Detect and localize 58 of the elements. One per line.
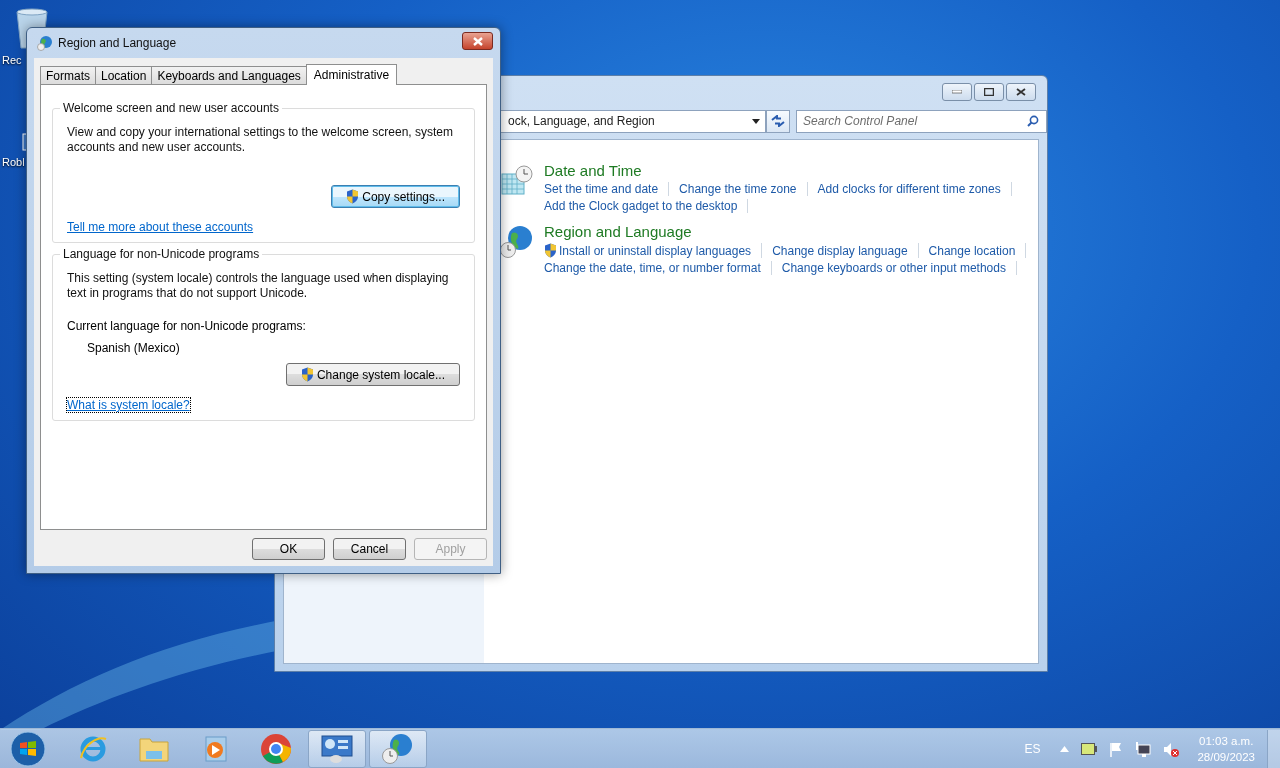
close-icon — [471, 36, 484, 46]
task-link[interactable]: Change location — [928, 243, 1016, 258]
task-link[interactable]: Add the Clock gadget to the desktop — [544, 199, 738, 213]
clock-date: 28/09/2023 — [1197, 750, 1255, 765]
maximize-button[interactable] — [974, 83, 1004, 101]
close-button[interactable] — [462, 32, 493, 50]
search-icon — [1027, 115, 1039, 127]
field-value: Spanish (Mexico) — [87, 341, 181, 355]
taskbar-app-button[interactable] — [308, 730, 366, 768]
group-title: Welcome screen and new user accounts — [62, 101, 280, 115]
dialog-button[interactable]: Cancel — [333, 538, 406, 560]
taskbar-app-button[interactable] — [369, 730, 427, 768]
speaker-muted-icon[interactable] — [1163, 741, 1180, 757]
field-label: Current language for non-Unicode programs: — [67, 319, 307, 333]
close-icon — [1016, 88, 1026, 96]
windows-logo-icon — [10, 731, 46, 767]
description-text: This setting (system locale) controls the language used when displaying text in programs that do not support Unicode. — [67, 271, 450, 301]
task-link[interactable]: Change the time zone — [679, 182, 797, 196]
close-button[interactable] — [1006, 83, 1036, 101]
tab[interactable]: Formats — [40, 66, 96, 84]
category-title[interactable]: Region and Language — [544, 223, 1037, 240]
task-link[interactable]: Change keyboards or other input methods — [781, 261, 1006, 275]
clock-time: 01:03 a.m. — [1199, 734, 1254, 749]
desktop-icon-label[interactable]: Rec — [2, 54, 22, 66]
search-field[interactable]: Search Control Panel — [796, 109, 1047, 133]
tab[interactable]: Location — [95, 66, 153, 84]
category-title[interactable]: Date and Time — [544, 162, 1022, 179]
minimize-icon — [952, 90, 962, 94]
task-link[interactable]: Change the date, time, or number format — [544, 261, 761, 275]
group-title: Language for non-Unicode programs — [62, 247, 261, 261]
play-icon — [202, 735, 228, 763]
restore-icon — [984, 88, 994, 96]
calendar-clock-icon — [500, 164, 534, 198]
control-panel-icon — [320, 734, 354, 764]
folder-icon — [138, 735, 170, 763]
action-button[interactable]: Change system locale... — [285, 363, 460, 386]
globe-clock-icon — [381, 733, 415, 765]
browser-icon — [260, 733, 292, 765]
task-link[interactable]: Add clocks for different time zones — [817, 182, 1001, 196]
letter-e-icon — [78, 734, 108, 764]
globe-clock-icon — [500, 225, 534, 259]
tab[interactable]: Keyboards and Languages — [151, 66, 307, 84]
task-link[interactable]: Set the time and date — [544, 182, 659, 196]
dialog-button[interactable]: OK — [252, 538, 325, 560]
action-button[interactable]: Copy settings... — [331, 185, 460, 208]
tab[interactable]: Administrative — [305, 64, 398, 85]
network-icon[interactable] — [1135, 741, 1152, 757]
window-title: Region and Language — [58, 36, 178, 50]
task-link[interactable]: Install or uninstall display languages — [559, 243, 752, 258]
desktop-icon-label[interactable]: Robl — [2, 156, 25, 168]
globe-icon — [37, 35, 53, 51]
dropdown-caret-icon — [752, 118, 760, 124]
refresh-button[interactable] — [766, 109, 790, 133]
refresh-icon — [771, 115, 785, 127]
help-link[interactable]: Tell me more about these accounts — [67, 220, 254, 234]
help-link[interactable]: What is system locale? — [67, 398, 190, 412]
task-link[interactable]: Change display language — [772, 243, 908, 258]
battery-icon[interactable] — [1081, 743, 1098, 755]
